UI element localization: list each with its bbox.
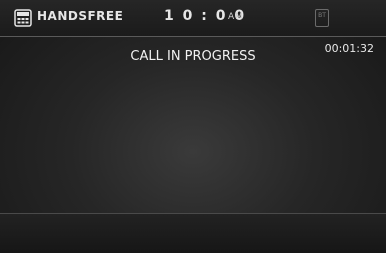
call-timer: 00:01:32 bbox=[324, 42, 374, 55]
mode-label: HANDSFREE bbox=[37, 9, 124, 23]
bluetooth-icon: BT bbox=[315, 9, 329, 27]
phone-icon bbox=[14, 9, 32, 27]
bluetooth-icon-label: BT bbox=[318, 12, 326, 19]
handsfree-screen: HANDSFREE 1 0 : 0 0 AM BT CALL IN PROGRE… bbox=[0, 0, 386, 253]
clock-ampm: AM bbox=[228, 12, 244, 22]
bottom-bar bbox=[0, 213, 386, 253]
status-bar: HANDSFREE 1 0 : 0 0 AM BT bbox=[0, 0, 386, 37]
